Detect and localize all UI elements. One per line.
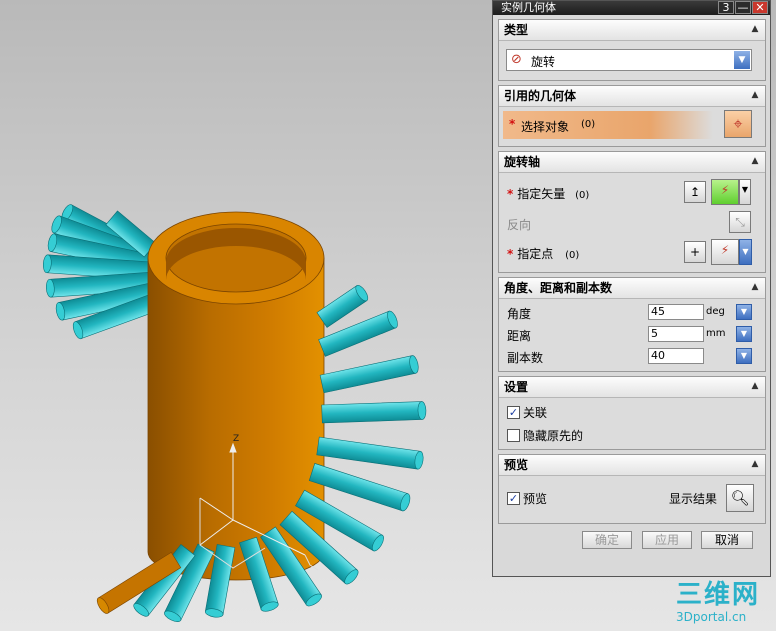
chevron-down-icon[interactable]: ▼	[739, 239, 752, 265]
collapse-icon[interactable]: ▲	[749, 89, 761, 101]
z-axis-label: Z	[233, 434, 239, 444]
watermark-url: 3Dportal.cn	[676, 610, 747, 624]
collapse-icon[interactable]: ▲	[749, 23, 761, 35]
copies-label: 副本数	[507, 351, 544, 365]
type-dropdown[interactable]: ⊘ 旋转 ▼	[506, 49, 752, 71]
required-star: *	[509, 117, 516, 131]
distance-menu-icon[interactable]: ▼	[736, 326, 752, 342]
graphics-viewport[interactable]: Z	[0, 0, 492, 631]
section-settings-title: 设置	[504, 380, 529, 394]
section-axis-header[interactable]: 旋转轴 ▲	[499, 152, 765, 173]
section-type-title: 类型	[504, 23, 529, 37]
magnifier-icon[interactable]: 🔍︎	[726, 484, 754, 512]
hide-original-checkbox[interactable]	[507, 429, 520, 442]
distance-input[interactable]: 5	[648, 326, 704, 342]
specify-vector-row: * 指定矢量 (0)	[507, 185, 589, 202]
section-ref-geometry-header[interactable]: 引用的几何体 ▲	[499, 86, 765, 107]
copies-input[interactable]: 40	[648, 348, 704, 364]
required-star: *	[507, 247, 514, 261]
distance-unit: mm	[706, 328, 726, 339]
associative-label: 关联	[523, 406, 548, 420]
angle-input[interactable]: 45	[648, 304, 704, 320]
collapse-icon[interactable]: ▲	[749, 458, 761, 470]
section-params-title: 角度、距离和副本数	[504, 281, 613, 295]
specify-vector-count: (0)	[575, 190, 590, 201]
preview-checkbox[interactable]: ✓	[507, 492, 520, 505]
point-dialog-icon[interactable]: +	[684, 241, 706, 263]
specify-point-row: * 指定点 (0)	[507, 245, 579, 262]
minimize-icon[interactable]: —	[735, 1, 751, 14]
watermark-brand: 三维网	[676, 580, 761, 610]
section-ref-geometry: 引用的几何体 ▲ * 选择对象 (0) ⌖	[498, 85, 766, 147]
inferred-vector-icon[interactable]: ⚡	[711, 179, 739, 205]
chevron-down-icon[interactable]: ▼	[739, 179, 751, 205]
section-ref-geometry-title: 引用的几何体	[504, 89, 577, 103]
angle-menu-icon[interactable]: ▼	[736, 304, 752, 320]
required-star: *	[507, 187, 514, 201]
copies-menu-icon[interactable]: ▼	[736, 348, 752, 364]
dialog-title: 实例几何体	[501, 1, 556, 14]
section-type-header[interactable]: 类型 ▲	[499, 20, 765, 41]
cancel-button[interactable]: 取消	[701, 531, 753, 549]
section-type: 类型 ▲ ⊘ 旋转 ▼	[498, 19, 766, 81]
preview-label: 预览	[523, 492, 548, 506]
dialog-titlebar[interactable]: 实例几何体 3 — ✕	[493, 1, 770, 15]
collapse-icon[interactable]: ▲	[749, 380, 761, 392]
section-params-header[interactable]: 角度、距离和副本数 ▲	[499, 278, 765, 299]
crosshair-select-icon[interactable]: ⌖	[724, 110, 752, 138]
section-preview: 预览 ▲ ✓ 预览 显示结果 🔍︎	[498, 454, 766, 524]
angle-label: 角度	[507, 307, 532, 321]
model-scene: Z	[42, 204, 427, 622]
reverse-direction-icon[interactable]: ⤡	[729, 211, 751, 233]
reset-icon[interactable]: 3	[718, 1, 734, 14]
hide-original-label: 隐藏原先的	[523, 429, 584, 443]
instance-geometry-dialog: 实例几何体 3 — ✕ 类型 ▲ ⊘ 旋转 ▼ 引用的几何体 ▲ * 选择对象	[492, 0, 771, 577]
section-preview-header[interactable]: 预览 ▲	[499, 455, 765, 476]
vector-dialog-icon[interactable]: ↥	[684, 181, 706, 203]
section-params: 角度、距离和副本数 ▲ 角度 45 deg ▼ 距离 5 mm ▼ 副本数 40…	[498, 277, 766, 372]
inferred-point-icon[interactable]: ⚡	[711, 239, 739, 265]
specify-point-label: 指定点	[517, 247, 554, 261]
site-watermark: 三维网 3Dportal.cn	[676, 580, 776, 630]
specify-vector-label: 指定矢量	[517, 187, 566, 201]
apply-button[interactable]: 应用	[642, 531, 692, 549]
associative-checkbox[interactable]: ✓	[507, 406, 520, 419]
reverse-direction-label: 反向	[507, 218, 532, 232]
select-object-label: 选择对象	[521, 120, 570, 134]
select-object-row[interactable]: * 选择对象 (0)	[503, 111, 713, 139]
section-axis-title: 旋转轴	[504, 155, 541, 169]
angle-unit: deg	[706, 306, 725, 317]
collapse-icon[interactable]: ▲	[749, 155, 761, 167]
ok-button[interactable]: 确定	[582, 531, 632, 549]
dialog-footer: 确定 应用 取消	[493, 524, 770, 554]
select-object-count: (0)	[581, 119, 596, 130]
section-settings-header[interactable]: 设置 ▲	[499, 377, 765, 398]
type-dropdown-value: 旋转	[531, 55, 556, 69]
distance-label: 距离	[507, 329, 532, 343]
rotate-icon: ⊘	[511, 52, 522, 67]
section-settings: 设置 ▲ ✓ 关联 隐藏原先的	[498, 376, 766, 450]
close-icon[interactable]: ✕	[752, 1, 768, 14]
collapse-icon[interactable]: ▲	[749, 281, 761, 293]
section-preview-title: 预览	[504, 458, 529, 472]
specify-point-count: (0)	[565, 250, 580, 261]
chevron-down-icon[interactable]: ▼	[734, 51, 750, 69]
section-axis: 旋转轴 ▲ * 指定矢量 (0) ↥ ⚡ ▼ 反向 ⤡ * 指定点 (0) + ⚡ …	[498, 151, 766, 273]
show-result-label: 显示结果	[669, 492, 718, 506]
